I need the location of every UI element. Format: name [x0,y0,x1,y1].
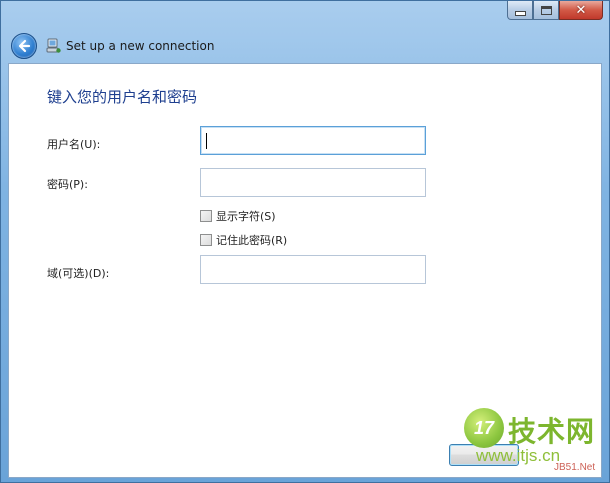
username-input[interactable] [200,126,426,155]
minimize-button[interactable] [507,1,533,20]
maximize-icon [540,5,552,15]
password-label: 密码(P): [47,178,88,191]
show-characters-label[interactable]: 显示字符(S) [216,208,276,224]
page-heading: 键入您的用户名和密码 [47,88,198,106]
remember-password-row[interactable]: 记住此密码(R) [200,232,287,248]
network-wizard-icon [46,38,61,54]
minimize-icon [514,10,526,16]
watermark-logo: 17 [464,408,504,448]
title-bar[interactable]: ✕ [1,1,609,29]
username-label: 用户名(U): [47,138,101,151]
watermark-small-text: JB51.Net [554,462,596,473]
text-caret [206,133,207,149]
remember-password-checkbox[interactable] [200,234,212,246]
caption-buttons: ✕ [507,1,603,21]
close-button[interactable]: ✕ [559,1,603,20]
wizard-window: ✕ Set up a new connection 键入您的用户名和密码 用户名… [0,0,610,483]
domain-input[interactable] [200,255,426,284]
watermark-brand: 技术网 [508,415,596,448]
password-input[interactable] [200,168,426,197]
watermark-url: www.itjs.cn [476,446,561,465]
close-icon: ✕ [575,2,587,18]
remember-password-label[interactable]: 记住此密码(R) [216,232,287,248]
show-characters-checkbox[interactable] [200,210,212,222]
domain-label: 域(可选)(D): [47,267,110,280]
show-characters-row[interactable]: 显示字符(S) [200,208,276,224]
wizard-title: Set up a new connection [66,39,215,53]
site-watermark: 17 技术网 www.itjs.cn JB51.Net [462,406,602,476]
maximize-button[interactable] [533,1,559,20]
wizard-nav-bar: Set up a new connection [1,29,609,63]
watermark-logo-text: 17 [473,417,495,438]
back-arrow-icon [18,39,31,53]
back-button[interactable] [11,33,37,59]
content-panel: 键入您的用户名和密码 用户名(U): 密码(P): 显示字符(S) 记住此密码(… [8,63,602,478]
